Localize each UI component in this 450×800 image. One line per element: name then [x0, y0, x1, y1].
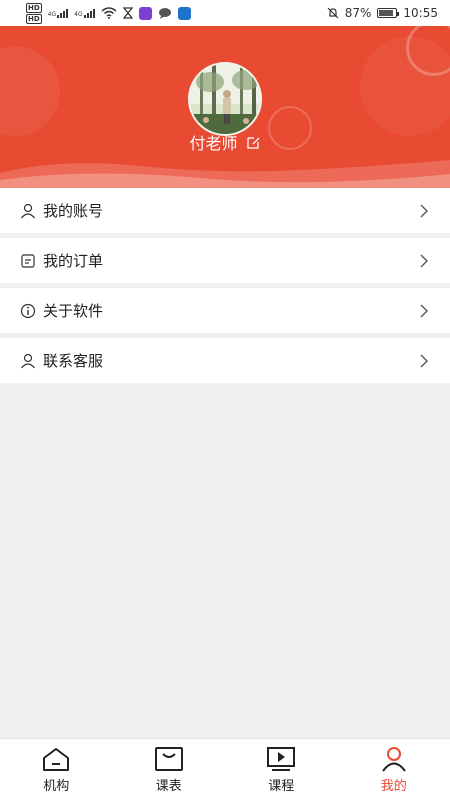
status-bar: HD HD 4G 4G 87% 10:55 — [0, 0, 450, 26]
battery-icon — [377, 8, 400, 18]
profile-name-row[interactable]: 付老师 — [0, 130, 450, 154]
chevron-right-icon — [420, 254, 428, 267]
menu-item-about[interactable]: 关于软件 — [0, 288, 450, 333]
user-icon — [20, 203, 36, 219]
profile-name: 付老师 — [189, 134, 238, 153]
battery-percent: 87% — [344, 6, 372, 20]
profile-header: 付老师 — [0, 26, 450, 188]
network-tags: HD HD — [26, 2, 42, 24]
play-icon — [267, 746, 296, 771]
signal-group: 4G — [47, 8, 69, 18]
profile-icon — [381, 746, 406, 772]
nav-label: 课程 — [268, 778, 295, 794]
schedule-icon — [154, 746, 183, 771]
order-icon — [20, 253, 36, 269]
chat-bubble-icon — [158, 8, 171, 19]
menu-item-support[interactable]: 联系客服 — [0, 338, 450, 383]
hd-badge: HD — [26, 2, 42, 13]
decor-circle — [360, 36, 450, 136]
nav-label: 课表 — [155, 778, 182, 794]
nav-label: 我的 — [380, 778, 407, 794]
status-right: 87% 10:55 — [327, 6, 438, 20]
nav-item-courses[interactable]: 课程 — [225, 739, 338, 800]
user-icon — [20, 353, 36, 369]
bottom-nav: 机构 课表 课程 我的 — [0, 738, 450, 800]
avatar-photo — [190, 64, 260, 134]
gen-label: 4G — [74, 11, 83, 18]
nav-item-institution[interactable]: 机构 — [0, 739, 113, 800]
signal-icon — [57, 8, 69, 18]
menu-item-label: 关于软件 — [43, 302, 104, 320]
chevron-right-icon — [420, 204, 428, 217]
decor-circle — [0, 46, 60, 136]
signal-group: 4G — [74, 8, 95, 18]
menu-item-account[interactable]: 我的账号 — [0, 188, 450, 233]
header-wave — [0, 160, 450, 188]
nav-item-mine[interactable]: 我的 — [338, 739, 450, 800]
menu-item-label: 我的账号 — [43, 202, 104, 220]
edit-icon[interactable] — [246, 135, 261, 150]
app-notification-icon — [138, 6, 152, 20]
nav-item-schedule[interactable]: 课表 — [113, 739, 226, 800]
clock: 10:55 — [403, 6, 438, 20]
wifi-icon — [101, 7, 117, 19]
gen-label: 4G — [47, 11, 57, 18]
avatar[interactable] — [188, 62, 262, 136]
home-icon — [43, 747, 70, 771]
mute-bell-icon — [327, 7, 339, 19]
hd-badge: HD — [26, 13, 42, 24]
status-left: HD HD 4G 4G — [26, 2, 191, 24]
chevron-right-icon — [420, 354, 428, 367]
hourglass-icon — [122, 7, 133, 19]
menu-item-orders[interactable]: 我的订单 — [0, 238, 450, 283]
app-notification-icon — [177, 6, 191, 20]
menu-item-label: 我的订单 — [43, 252, 104, 270]
info-icon — [20, 303, 36, 319]
signal-icon — [83, 8, 95, 18]
chevron-right-icon — [420, 304, 428, 317]
menu-item-label: 联系客服 — [43, 352, 104, 370]
nav-label: 机构 — [43, 778, 70, 794]
profile-menu: 我的账号 我的订单 关于软件 联系客服 — [0, 188, 450, 388]
